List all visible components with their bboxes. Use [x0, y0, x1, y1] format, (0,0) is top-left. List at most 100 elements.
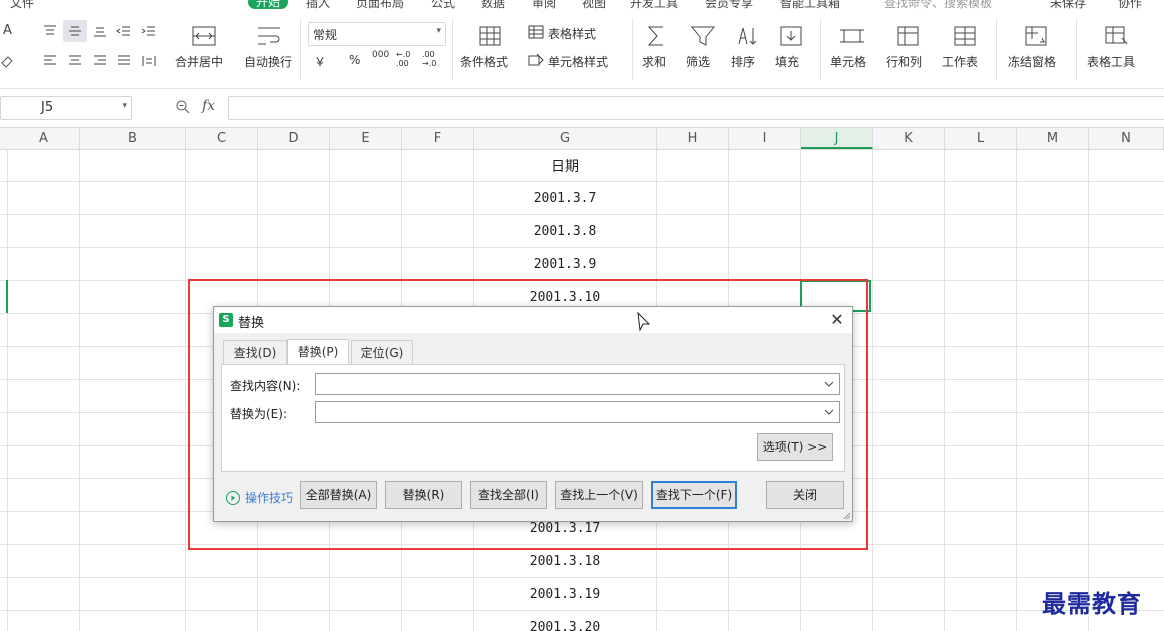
- column-header-e[interactable]: E: [330, 128, 402, 149]
- menu-file[interactable]: 文件: [10, 0, 34, 10]
- cell-g2[interactable]: 2001.3.7: [474, 191, 656, 206]
- row-column-label[interactable]: 行和列: [886, 53, 922, 70]
- worksheet-label[interactable]: 工作表: [942, 53, 978, 70]
- find-combobox[interactable]: [315, 373, 840, 395]
- collab-button[interactable]: 协作: [1118, 0, 1142, 10]
- freeze-panes-label[interactable]: 冻结窗格: [1008, 53, 1056, 70]
- options-button[interactable]: 选项(T) >>: [757, 433, 833, 461]
- column-header-k[interactable]: K: [873, 128, 945, 149]
- replace-all-button[interactable]: 全部替换(A): [300, 481, 377, 509]
- menu-view[interactable]: 视图: [582, 0, 606, 10]
- dialog-titlebar[interactable]: S 替换 ✕: [214, 307, 852, 333]
- table-style-label[interactable]: 表格样式: [548, 25, 596, 42]
- cell-g3[interactable]: 2001.3.8: [474, 224, 656, 239]
- freeze-panes-icon[interactable]: [1022, 24, 1050, 48]
- chevron-down-icon[interactable]: [822, 377, 836, 391]
- align-center-icon[interactable]: [67, 54, 83, 68]
- wrap-text-label[interactable]: 自动换行: [244, 53, 292, 70]
- replace-input[interactable]: [319, 403, 823, 423]
- decimal-add-button[interactable]: ←.0 .00: [396, 50, 416, 68]
- column-header-j[interactable]: J: [801, 128, 873, 149]
- fill-label[interactable]: 填充: [775, 53, 799, 70]
- find-input[interactable]: [319, 375, 823, 395]
- command-search[interactable]: 查找命令、搜索模板: [884, 0, 992, 10]
- merge-center-icon[interactable]: [190, 24, 218, 48]
- sum-icon[interactable]: [643, 24, 671, 48]
- find-all-button[interactable]: 查找全部(I): [470, 481, 547, 509]
- column-header-d[interactable]: D: [258, 128, 330, 149]
- chevron-down-icon[interactable]: [822, 405, 836, 419]
- column-header-g[interactable]: G: [474, 128, 657, 149]
- tab-replace[interactable]: 替换(P): [287, 339, 349, 364]
- cell-icon[interactable]: [838, 24, 866, 48]
- menu-smart-tools[interactable]: 智能工具箱: [780, 0, 840, 10]
- menu-member[interactable]: 会员专享: [705, 0, 753, 10]
- conditional-format-icon[interactable]: [476, 24, 504, 48]
- menu-formula[interactable]: 公式: [431, 0, 455, 10]
- column-header-c[interactable]: C: [186, 128, 258, 149]
- align-middle-icon[interactable]: [67, 24, 83, 38]
- table-tools-label[interactable]: 表格工具: [1087, 53, 1135, 70]
- currency-button[interactable]: ￥: [314, 53, 326, 70]
- column-header-m[interactable]: M: [1017, 128, 1089, 149]
- tips-link[interactable]: 操作技巧: [245, 489, 293, 506]
- column-header-a[interactable]: A: [8, 128, 80, 149]
- distribute-icon[interactable]: [141, 54, 157, 68]
- cell-g1[interactable]: 日期: [474, 156, 656, 176]
- row-column-icon[interactable]: [894, 24, 922, 48]
- indent-decrease-icon[interactable]: [116, 24, 132, 38]
- indent-increase-icon[interactable]: [141, 24, 157, 38]
- tab-goto[interactable]: 定位(G): [351, 340, 413, 364]
- sum-label[interactable]: 求和: [642, 53, 666, 70]
- cell-g15[interactable]: 2001.3.20: [474, 620, 656, 631]
- table-style-icon[interactable]: [528, 25, 544, 39]
- menu-insert[interactable]: 插入: [306, 0, 330, 10]
- worksheet-icon[interactable]: [951, 24, 979, 48]
- sort-label[interactable]: 排序: [731, 53, 755, 70]
- formula-input[interactable]: [228, 96, 1164, 120]
- wrap-text-icon[interactable]: [255, 24, 283, 48]
- cell-g13[interactable]: 2001.3.18: [474, 554, 656, 569]
- menu-developer[interactable]: 开发工具: [630, 0, 678, 10]
- unsaved-status[interactable]: 未保存: [1050, 0, 1086, 10]
- fill-icon[interactable]: [777, 24, 805, 48]
- conditional-format-label[interactable]: 条件格式: [460, 53, 508, 70]
- resize-grip-icon[interactable]: [841, 510, 851, 520]
- column-header-f[interactable]: F: [402, 128, 474, 149]
- merge-center-label[interactable]: 合并居中: [175, 53, 223, 70]
- find-previous-button[interactable]: 查找上一个(V): [555, 481, 643, 509]
- sort-icon[interactable]: [733, 24, 761, 48]
- column-header-i[interactable]: I: [729, 128, 801, 149]
- cell-label[interactable]: 单元格: [830, 53, 866, 70]
- eraser-icon[interactable]: [0, 54, 16, 68]
- menu-review[interactable]: 审阅: [532, 0, 556, 10]
- menu-home[interactable]: 开始: [248, 0, 289, 9]
- table-tools-icon[interactable]: [1102, 24, 1130, 48]
- column-header-b[interactable]: B: [80, 128, 186, 149]
- align-left-icon[interactable]: [42, 54, 58, 68]
- tab-find[interactable]: 查找(D): [223, 340, 287, 364]
- align-bottom-icon[interactable]: [92, 24, 108, 38]
- close-icon[interactable]: ✕: [826, 309, 848, 331]
- align-right-icon[interactable]: [92, 54, 108, 68]
- menu-page-layout[interactable]: 页面布局: [356, 0, 404, 10]
- decimal-remove-button[interactable]: .00 →.0: [422, 50, 442, 68]
- cell-style-icon[interactable]: [528, 53, 544, 67]
- thousands-button[interactable]: 000: [372, 50, 389, 60]
- cell-g4[interactable]: 2001.3.9: [474, 257, 656, 272]
- number-format-select[interactable]: 常规 ▾: [308, 22, 446, 46]
- fx-icon[interactable]: fx: [202, 98, 215, 114]
- font-size-icon[interactable]: A: [0, 22, 16, 36]
- replace-button[interactable]: 替换(R): [385, 481, 462, 509]
- dialog-close-button[interactable]: 关闭: [766, 481, 844, 509]
- column-header-l[interactable]: L: [945, 128, 1017, 149]
- filter-label[interactable]: 筛选: [686, 53, 710, 70]
- replace-combobox[interactable]: [315, 401, 840, 423]
- filter-icon[interactable]: [689, 24, 717, 48]
- zoom-search-icon[interactable]: [175, 99, 191, 115]
- align-top-icon[interactable]: [42, 24, 58, 38]
- justify-icon[interactable]: [116, 54, 132, 68]
- column-header-h[interactable]: H: [657, 128, 729, 149]
- percent-button[interactable]: %: [349, 53, 360, 67]
- find-next-button[interactable]: 查找下一个(F): [651, 481, 737, 509]
